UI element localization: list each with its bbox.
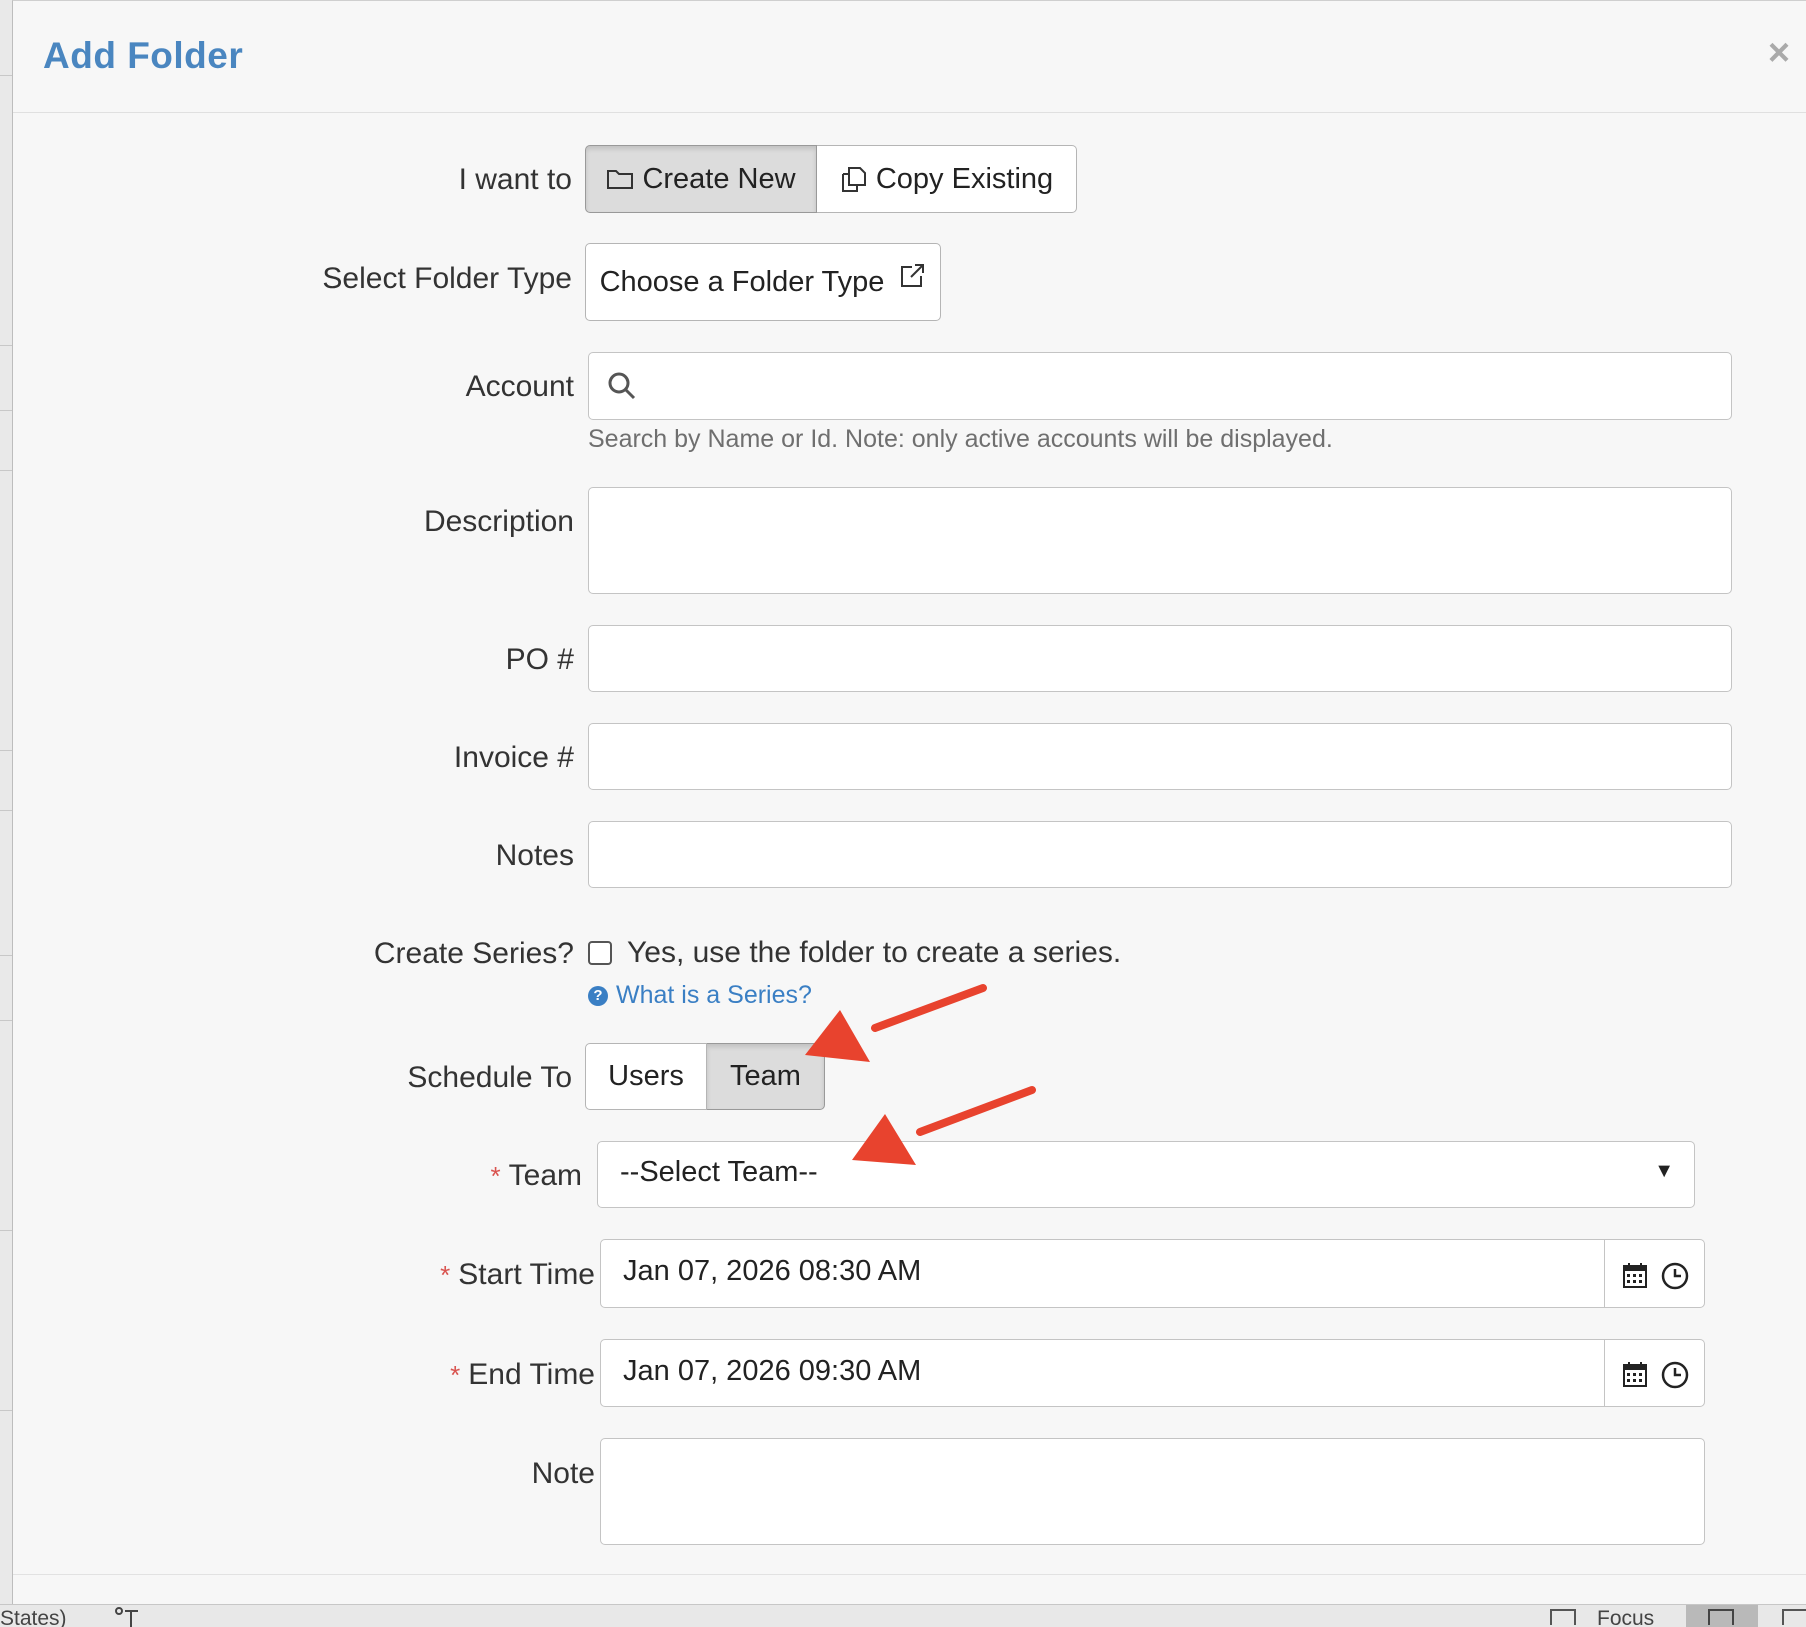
- start-time-input[interactable]: Jan 07, 2026 08:30 AM: [600, 1239, 1705, 1308]
- copy-existing-button[interactable]: Copy Existing: [817, 145, 1077, 213]
- calendar-icon[interactable]: [1623, 1361, 1647, 1392]
- po-input[interactable]: [588, 625, 1732, 692]
- notes-label: Notes: [495, 839, 574, 872]
- start-time-label-text: Start Time: [458, 1258, 595, 1291]
- close-button[interactable]: ×: [1761, 34, 1797, 72]
- what-is-series-link[interactable]: ? What is a Series?: [588, 981, 812, 1010]
- end-time-label: * End Time: [450, 1358, 595, 1392]
- schedule-users-button[interactable]: Users: [585, 1043, 707, 1110]
- modal-title: Add Folder: [43, 35, 244, 76]
- start-time-value: Jan 07, 2026 08:30 AM: [623, 1255, 922, 1287]
- external-link-icon: [898, 262, 926, 290]
- focus-label[interactable]: Focus: [1597, 1607, 1654, 1627]
- folder-type-label: Select Folder Type: [322, 262, 572, 295]
- search-icon: [607, 371, 637, 406]
- description-textarea[interactable]: [588, 487, 1732, 594]
- schedule-users-label: Users: [608, 1060, 684, 1092]
- choose-folder-type-button[interactable]: Choose a Folder Type: [585, 243, 941, 321]
- team-label: * Team: [491, 1159, 582, 1193]
- i-want-to-label: I want to: [458, 163, 572, 196]
- start-time-label: * Start Time: [440, 1258, 595, 1292]
- modal-header: Add Folder ×: [13, 1, 1806, 113]
- invoice-input[interactable]: [588, 723, 1732, 790]
- list-icon: [1708, 1609, 1734, 1625]
- end-time-value: Jan 07, 2026 09:30 AM: [623, 1355, 922, 1387]
- account-label: Account: [465, 370, 574, 403]
- create-series-label: Create Series?: [373, 937, 574, 970]
- invoice-label: Invoice #: [453, 741, 574, 774]
- i-want-to-toggle: Create New Copy Existing: [585, 145, 1077, 213]
- what-is-series-text: What is a Series?: [616, 981, 812, 1009]
- account-help-text: Search by Name or Id. Note: only active …: [588, 425, 1333, 453]
- calendar-icon[interactable]: [1623, 1262, 1647, 1293]
- team-label-text: Team: [508, 1159, 582, 1192]
- view-toggle[interactable]: [1686, 1605, 1758, 1627]
- account-search-input[interactable]: [588, 352, 1732, 420]
- tree-icon: [114, 1607, 140, 1627]
- end-time-picker-addon[interactable]: [1604, 1340, 1704, 1406]
- team-select-value: --Select Team--: [620, 1156, 818, 1188]
- question-circle-icon: ?: [588, 985, 608, 1006]
- schedule-to-label: Schedule To: [407, 1061, 572, 1094]
- create-series-checkbox[interactable]: [588, 941, 612, 965]
- create-new-label: Create New: [642, 162, 796, 195]
- required-marker: *: [490, 1161, 501, 1191]
- clock-icon[interactable]: [1661, 1361, 1689, 1394]
- end-time-input[interactable]: Jan 07, 2026 09:30 AM: [600, 1339, 1705, 1407]
- status-bar-text: States): [0, 1607, 67, 1627]
- add-folder-modal: Add Folder × I want to Create New Copy E…: [12, 0, 1806, 1604]
- folder-icon: [606, 167, 634, 191]
- note-textarea[interactable]: [600, 1438, 1705, 1545]
- schedule-team-button[interactable]: Team: [707, 1043, 825, 1110]
- required-marker: *: [450, 1360, 461, 1390]
- schedule-team-label: Team: [730, 1060, 801, 1092]
- po-label: PO #: [505, 643, 574, 676]
- background-status-bar: States) Focus: [0, 1604, 1806, 1627]
- caret-down-icon: ▼: [1654, 1160, 1674, 1182]
- copy-icon: [840, 165, 868, 193]
- panel-icon[interactable]: [1782, 1609, 1806, 1625]
- schedule-to-toggle: Users Team: [585, 1043, 825, 1110]
- modal-footer-divider: [13, 1574, 1806, 1575]
- choose-folder-type-label: Choose a Folder Type: [599, 265, 885, 298]
- focus-icon[interactable]: [1550, 1609, 1576, 1625]
- required-marker: *: [440, 1260, 451, 1290]
- create-series-checkbox-label[interactable]: Yes, use the folder to create a series.: [627, 936, 1121, 970]
- copy-existing-label: Copy Existing: [875, 162, 1054, 195]
- description-label: Description: [423, 505, 574, 538]
- note-label: Note: [531, 1457, 595, 1490]
- end-time-label-text: End Time: [468, 1358, 595, 1391]
- create-new-button[interactable]: Create New: [585, 145, 817, 213]
- team-select[interactable]: --Select Team-- ▼: [597, 1141, 1695, 1208]
- clock-icon[interactable]: [1661, 1262, 1689, 1295]
- start-time-picker-addon[interactable]: [1604, 1240, 1704, 1307]
- notes-input[interactable]: [588, 821, 1732, 888]
